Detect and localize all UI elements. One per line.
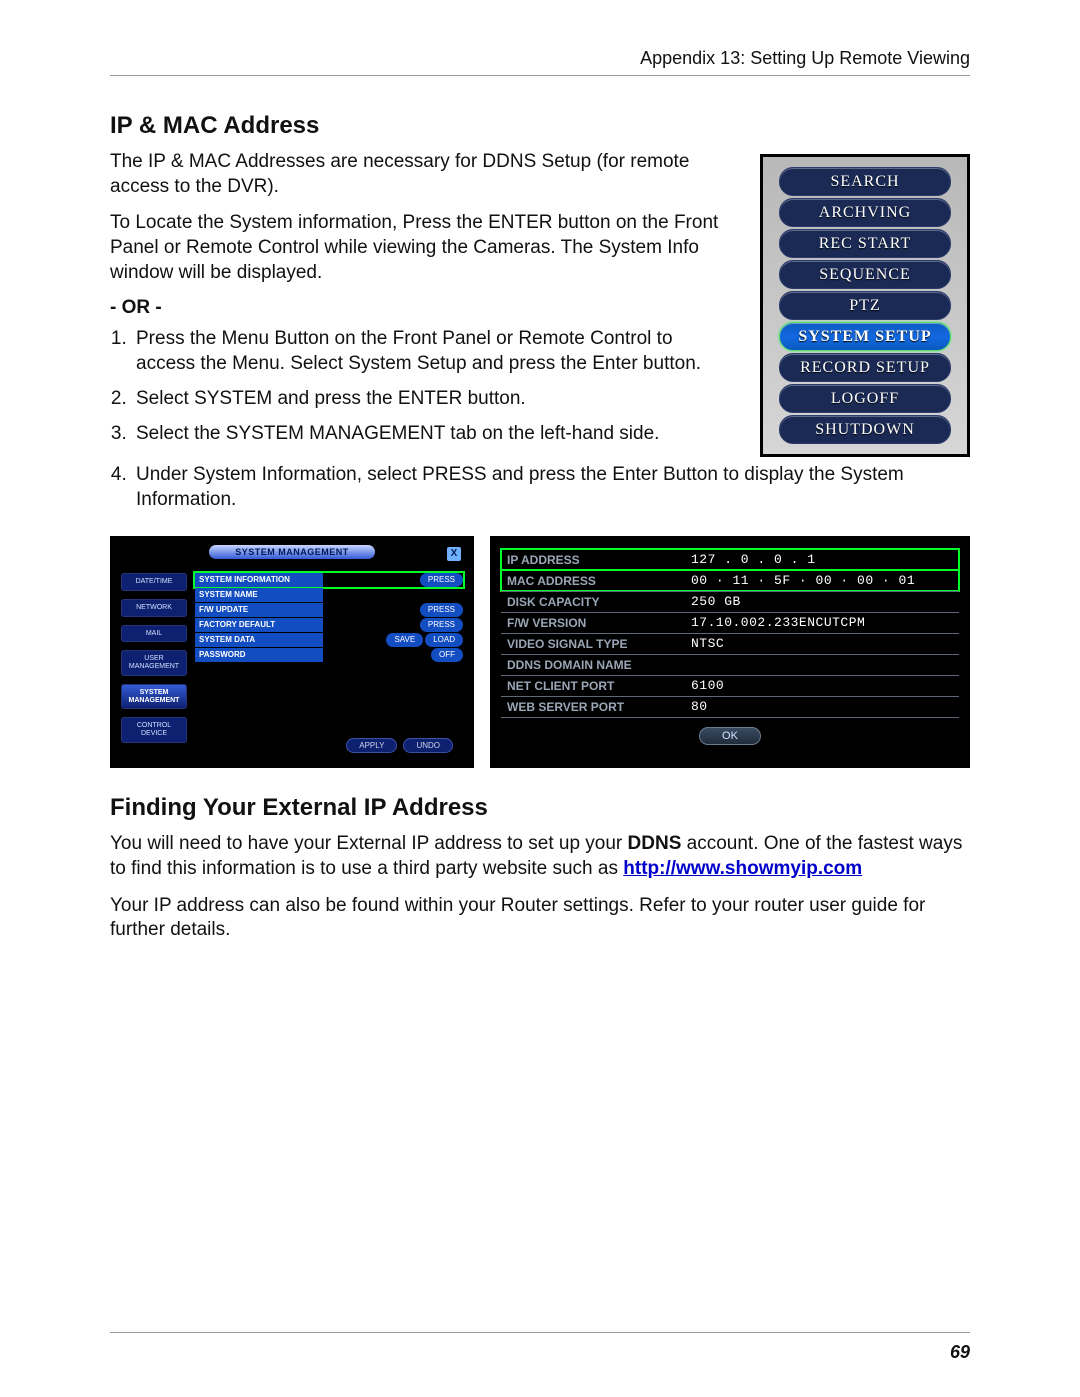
menu-item-shutdown[interactable]: SHUTDOWN xyxy=(779,415,951,444)
table-row: MAC ADDRESS00 · 11 · 5F · 00 · 00 · 01 xyxy=(501,570,959,591)
right-image-column: SEARCHARCHVINGREC STARTSEQUENCEPTZSYSTEM… xyxy=(760,150,970,457)
info-value: 250 GB xyxy=(685,592,959,612)
table-row: SYSTEM NAME xyxy=(195,588,463,602)
tab-network[interactable]: NETWORK xyxy=(121,599,187,617)
document-page: Appendix 13: Setting Up Remote Viewing I… xyxy=(0,0,1080,1397)
row-label: SYSTEM NAME xyxy=(195,588,323,602)
system-info-screenshot: IP ADDRESS127 . 0 . 0 . 1MAC ADDRESS00 ·… xyxy=(490,536,970,768)
info-label: WEB SERVER PORT xyxy=(501,697,685,717)
close-icon[interactable]: X xyxy=(447,547,461,561)
intro-paragraph-1: The IP & MAC Addresses are necessary for… xyxy=(110,150,732,199)
menu-item-search[interactable]: SEARCH xyxy=(779,167,951,196)
ext-ip-text-a: You will need to have your External IP a… xyxy=(110,833,628,854)
info-label: MAC ADDRESS xyxy=(501,571,685,591)
table-row: WEB SERVER PORT80 xyxy=(501,696,959,718)
ddns-bold: DDNS xyxy=(628,833,682,854)
table-row: VIDEO SIGNAL TYPENTSC xyxy=(501,633,959,654)
table-row: SYSTEM DATA SAVELOAD xyxy=(195,633,463,647)
table-row: DISK CAPACITY250 GB xyxy=(501,591,959,612)
sysmgmt-tabs: DATE/TIME NETWORK MAIL USERMANAGEMENT SYSTEM… xyxy=(121,573,187,742)
row-label: FACTORY DEFAULT xyxy=(195,618,323,632)
info-label: IP ADDRESS xyxy=(501,550,685,570)
context-menu-screenshot: SEARCHARCHVINGREC STARTSEQUENCEPTZSYSTEM… xyxy=(760,154,970,457)
running-header: Appendix 13: Setting Up Remote Viewing xyxy=(110,48,970,69)
external-ip-paragraph-1: You will need to have your External IP a… xyxy=(110,832,970,881)
section-heading-external-ip: Finding Your External IP Address xyxy=(110,794,970,822)
header-rule xyxy=(110,75,970,76)
info-value xyxy=(685,655,959,675)
tab-system[interactable]: SYSTEMMANAGEMENT xyxy=(121,684,187,709)
info-value: NTSC xyxy=(685,634,959,654)
tab-date-time[interactable]: DATE/TIME xyxy=(121,573,187,591)
sysinfo-footer: OK xyxy=(493,726,967,745)
info-label: DDNS DOMAIN NAME xyxy=(501,655,685,675)
or-divider: - OR - xyxy=(110,297,732,319)
row-value-button[interactable]: PRESS xyxy=(420,618,463,632)
table-row: FACTORY DEFAULT PRESS xyxy=(195,618,463,632)
apply-button[interactable]: APPLY xyxy=(346,738,397,753)
sysmgmt-table: SYSTEM INFORMATION PRESS SYSTEM NAMEF/W UP… xyxy=(195,573,463,742)
screenshot-row: SYSTEM MANAGEMENT X DATE/TIME NETWORK MAIL… xyxy=(110,536,970,768)
page-number: 69 xyxy=(950,1342,970,1363)
table-row: IP ADDRESS127 . 0 . 0 . 1 xyxy=(501,549,959,570)
tab-mail[interactable]: MAIL xyxy=(121,625,187,643)
table-row: SYSTEM INFORMATION PRESS xyxy=(195,573,463,587)
info-label: F/W VERSION xyxy=(501,613,685,633)
row-value-button-2[interactable]: LOAD xyxy=(425,633,463,647)
table-row: PASSWORD OFF xyxy=(195,648,463,662)
intro-paragraph-2: To Locate the System information, Press … xyxy=(110,211,732,285)
menu-item-sequence[interactable]: SEQUENCE xyxy=(779,260,951,289)
table-row: NET CLIENT PORT6100 xyxy=(501,675,959,696)
tab-user[interactable]: USERMANAGEMENT xyxy=(121,650,187,675)
info-value: 6100 xyxy=(685,676,959,696)
tab-control[interactable]: CONTROLDEVICE xyxy=(121,717,187,742)
info-label: DISK CAPACITY xyxy=(501,592,685,612)
two-column-layout: The IP & MAC Addresses are necessary for… xyxy=(110,150,970,457)
menu-item-ptz[interactable]: PTZ xyxy=(779,291,951,320)
step-2: Select SYSTEM and press the ENTER button… xyxy=(132,387,732,412)
info-label: NET CLIENT PORT xyxy=(501,676,685,696)
menu-item-record-setup[interactable]: RECORD SETUP xyxy=(779,353,951,382)
step-4: Under System Information, select PRESS a… xyxy=(132,463,970,512)
row-label: F/W UPDATE xyxy=(195,603,323,617)
row-value-button[interactable]: PRESS xyxy=(420,573,463,587)
info-value: 17.10.002.233ENCUTCPM xyxy=(685,613,959,633)
info-label: VIDEO SIGNAL TYPE xyxy=(501,634,685,654)
footer-rule xyxy=(110,1332,970,1333)
system-management-screenshot: SYSTEM MANAGEMENT X DATE/TIME NETWORK MAIL… xyxy=(110,536,474,768)
left-text-column: The IP & MAC Addresses are necessary for… xyxy=(110,150,732,457)
row-label: SYSTEM INFORMATION xyxy=(195,573,323,587)
row-value-button[interactable]: PRESS xyxy=(420,603,463,617)
ok-button[interactable]: OK xyxy=(699,727,761,745)
info-value: 00 · 11 · 5F · 00 · 00 · 01 xyxy=(685,571,959,591)
menu-item-logoff[interactable]: LOGOFF xyxy=(779,384,951,413)
step-1: Press the Menu Button on the Front Panel… xyxy=(132,327,732,376)
steps-list: Press the Menu Button on the Front Panel… xyxy=(110,327,732,446)
step-3: Select the SYSTEM MANAGEMENT tab on the … xyxy=(132,422,732,447)
table-row: F/W VERSION17.10.002.233ENCUTCPM xyxy=(501,612,959,633)
showmyip-link[interactable]: http://www.showmyip.com xyxy=(623,858,862,879)
sysmgmt-footer: APPLY UNDO xyxy=(346,738,453,753)
undo-button[interactable]: UNDO xyxy=(403,738,453,753)
steps-list-continued: Under System Information, select PRESS a… xyxy=(110,463,970,512)
sysmgmt-body: DATE/TIME NETWORK MAIL USERMANAGEMENT SYSTEM… xyxy=(113,573,471,742)
section-heading-ip-mac: IP & MAC Address xyxy=(110,112,970,140)
menu-item-rec-start[interactable]: REC START xyxy=(779,229,951,258)
sysmgmt-title: SYSTEM MANAGEMENT xyxy=(209,545,375,559)
info-value: 127 . 0 . 0 . 1 xyxy=(685,550,959,570)
external-ip-paragraph-2: Your IP address can also be found within… xyxy=(110,894,970,943)
row-value-button[interactable]: OFF xyxy=(431,648,463,662)
row-label: SYSTEM DATA xyxy=(195,633,323,647)
sysmgmt-title-bar: SYSTEM MANAGEMENT xyxy=(113,539,471,559)
row-label: PASSWORD xyxy=(195,648,323,662)
row-value-button[interactable]: SAVE xyxy=(386,633,423,647)
sysinfo-table: IP ADDRESS127 . 0 . 0 . 1MAC ADDRESS00 ·… xyxy=(493,539,967,718)
table-row: F/W UPDATE PRESS xyxy=(195,603,463,617)
info-value: 80 xyxy=(685,697,959,717)
menu-item-system-setup[interactable]: SYSTEM SETUP xyxy=(779,322,951,351)
menu-item-archving[interactable]: ARCHVING xyxy=(779,198,951,227)
table-row: DDNS DOMAIN NAME xyxy=(501,654,959,675)
